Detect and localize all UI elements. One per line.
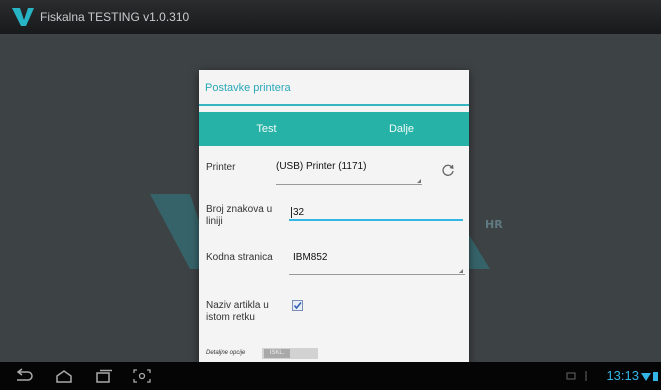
refresh-icon[interactable] [441,163,455,177]
chars-per-line-underline [289,219,463,221]
dialog-title: Postavke printera [205,82,291,94]
details-toggle-state: ISKL. [264,349,290,358]
printer-settings-dialog: Postavke printera Test Dalje Printer (US… [199,70,469,362]
code-page-spinner-value: IBM852 [293,252,328,263]
recent-apps-icon[interactable] [94,368,114,384]
next-button[interactable]: Dalje [334,112,469,146]
printer-label: Printer [206,162,236,173]
text-cursor [291,207,292,218]
printer-spinner-value: (USB) Printer (1171) [276,161,367,172]
app-title: Fiskalna TESTING v1.0.310 [40,10,190,24]
chars-per-line-label-line1: Broj znakova u [206,204,273,215]
item-name-label-line2: istom retku [206,312,255,323]
notification-icon [566,372,576,380]
item-name-label: Naziv artikla u istom retku [206,300,269,324]
wifi-icon [641,373,651,381]
dialog-title-divider [199,104,469,106]
item-name-checkbox[interactable] [292,300,303,311]
background-hr-text: HR [485,218,503,231]
app-logo-icon [12,8,34,26]
item-name-label-line1: Naziv artikla u [206,300,269,311]
screenshot-icon[interactable] [132,368,152,384]
dialog-button-bar: Test Dalje [199,112,469,146]
back-icon[interactable] [14,368,34,384]
chars-per-line-label-line2: liniji [206,216,223,227]
home-icon[interactable] [54,368,74,384]
printer-spinner-arrow-icon [417,179,421,183]
test-button[interactable]: Test [199,112,334,146]
battery-icon [653,372,658,381]
status-clock: 13:13 [606,368,639,383]
usb-icon [585,371,587,381]
chars-per-line-value: 32 [293,207,305,218]
checkmark-icon [293,302,302,310]
main-content: HR Postavke printera Test Dalje Printer … [0,34,661,362]
code-page-spinner-arrow-icon [459,269,463,273]
printer-spinner-underline [276,184,422,185]
details-label: Detaljne opcije [206,350,246,356]
chars-per-line-label: Broj znakova u liniji [206,204,272,228]
details-toggle[interactable]: ISKL. [262,348,318,359]
app-titlebar: Fiskalna TESTING v1.0.310 [0,0,661,34]
code-page-label: Kodna stranica [206,252,273,263]
system-navbar: 13:13 [0,362,661,390]
code-page-spinner-underline [289,274,465,275]
